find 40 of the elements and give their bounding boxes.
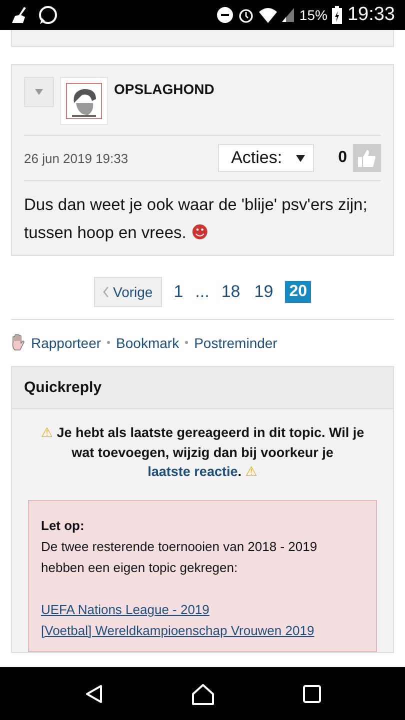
topic-link[interactable]: [Voetbal] Wereldkampioenschap Vrouwen 2019: [41, 620, 314, 641]
page-link[interactable]: 18: [219, 282, 242, 302]
alarm-icon: [238, 7, 254, 23]
post-text: Dus dan weet je ook waar de 'blije' psv'ers zijn; tussen hoop en vrees. ☻: [24, 196, 368, 242]
previous-page-button[interactable]: Vorige: [94, 277, 162, 307]
home-icon[interactable]: [191, 682, 216, 704]
thumbs-up-icon: [358, 149, 376, 167]
battery-percentage: 15%: [299, 7, 328, 23]
last-reply-link[interactable]: laatste reactie: [148, 464, 238, 479]
user-avatar[interactable]: [60, 77, 108, 125]
do-not-disturb-icon: [217, 7, 234, 23]
battery-icon: [332, 6, 342, 24]
page-link[interactable]: 19: [252, 282, 276, 302]
separator-dot: [107, 341, 110, 344]
pagination-ellipsis: ...: [195, 282, 210, 302]
page-link[interactable]: 1: [172, 282, 186, 302]
like-count: 0: [338, 149, 347, 167]
wifi-icon: [259, 7, 278, 23]
alert-text: De twee resterende toernooien van 2018 - 2019 hebben een eigen topic gekregen:: [41, 538, 318, 577]
topic-link[interactable]: Bookmark: [116, 334, 180, 350]
panel-title: Quickreply: [24, 379, 102, 396]
signal-icon: [282, 8, 294, 22]
hand-icon: [11, 334, 25, 351]
topic-link[interactable]: Postreminder: [194, 334, 278, 350]
notice-text: ⚠ Je hebt als laatste gereageerd in dit topic. Wil je wat toevoegen, wijzig dan bij voorkeur je laatste reactie. ⚠: [40, 424, 366, 482]
clock-time: 19:33: [347, 4, 395, 26]
author-name[interactable]: OPSLAGHOND: [114, 81, 214, 97]
recents-icon[interactable]: [303, 684, 322, 702]
alert-title: Let op:: [41, 517, 86, 535]
caret-icon: [296, 154, 306, 162]
back-icon[interactable]: [84, 684, 104, 704]
separator-dot: [185, 341, 188, 344]
topic-link[interactable]: Rapporteer: [31, 334, 102, 350]
topic-link[interactable]: UEFA Nations League - 2019: [41, 599, 210, 620]
page-link[interactable]: 20: [285, 281, 311, 303]
chevron-left-icon: [103, 287, 109, 297]
chat-icon: [38, 5, 58, 25]
post-date: 26 jun 2019 19:33: [24, 150, 130, 166]
caret-icon: [35, 89, 43, 95]
actions-dropdown[interactable]: Acties:: [218, 144, 314, 172]
